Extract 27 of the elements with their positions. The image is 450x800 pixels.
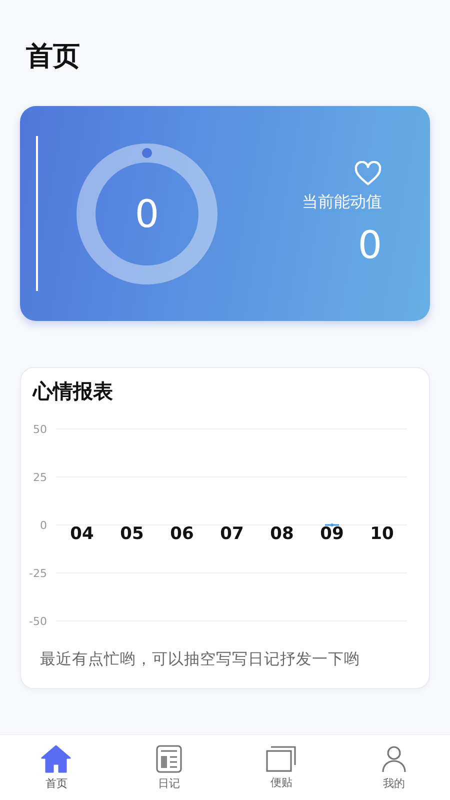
energy-label: 当前能动值 [302, 192, 382, 212]
axis-tick-label: 25 [33, 471, 47, 484]
tab-item[interactable]: 便贴 [225, 735, 338, 800]
axis-category-label: 08 [270, 524, 294, 544]
axis-tick-label: 50 [33, 423, 47, 436]
person-icon [380, 744, 407, 772]
gauge-value: 0 [134, 192, 160, 236]
home-icon [41, 744, 72, 772]
energy-value: 0 [358, 222, 382, 266]
page-title: 首页 [26, 40, 80, 74]
axis-category-label: 07 [220, 524, 244, 544]
axis-tick-label: -50 [29, 615, 47, 628]
tab-item[interactable]: 日记 [112, 735, 225, 800]
heart-icon [354, 160, 382, 186]
axis-category-label: 10 [370, 524, 394, 544]
windows-icon [266, 746, 296, 772]
axis-tick-label: 0 [40, 519, 47, 532]
chart-message: 最近有点忙哟，可以抽空写写日记抒发一下哟 [40, 649, 360, 670]
axis-category-label: 05 [120, 524, 144, 544]
chart-title: 心情报表 [33, 378, 113, 405]
axis-category-label: 04 [70, 524, 94, 544]
axis-category-label: 06 [170, 524, 194, 544]
axis-tick-label: -25 [29, 567, 47, 580]
tab-item[interactable]: 我的 [338, 735, 450, 800]
document-icon [156, 744, 182, 772]
tab-item[interactable]: 首页 [0, 735, 112, 800]
axis-category-label: 09 [320, 524, 344, 544]
